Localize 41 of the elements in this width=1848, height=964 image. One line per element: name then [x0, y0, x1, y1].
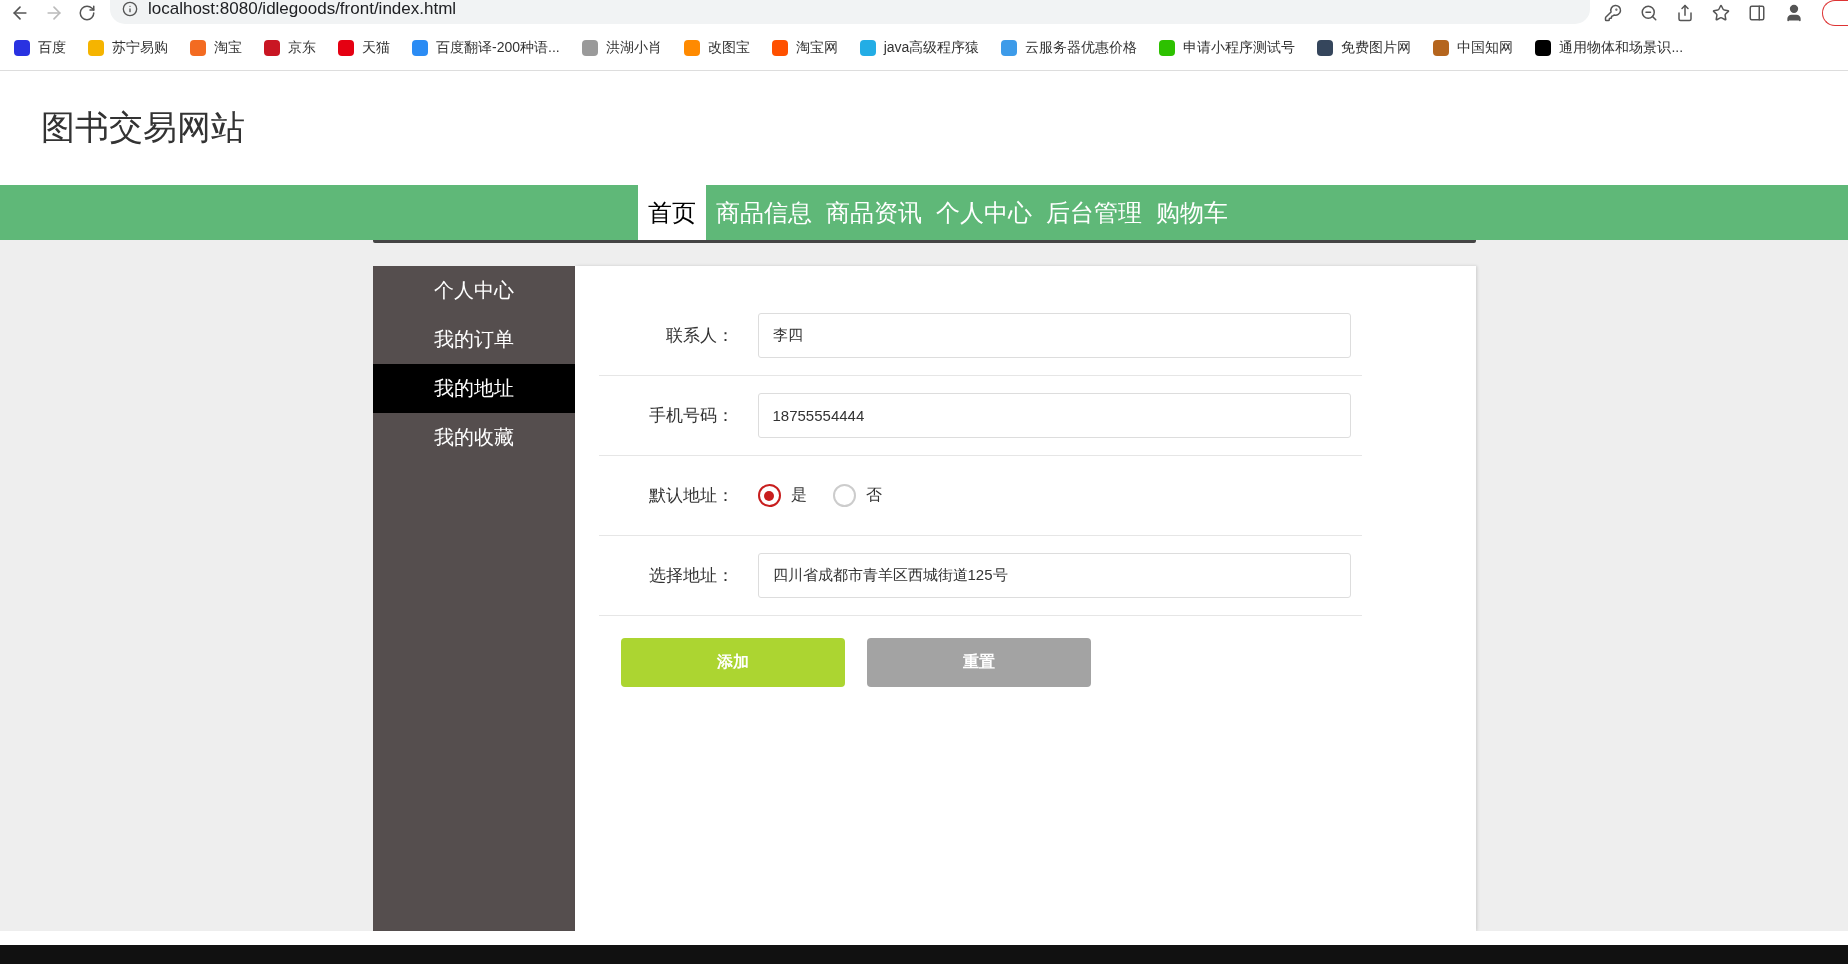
reload-icon[interactable]	[78, 4, 96, 22]
bookmark-link[interactable]: 百度翻译-200种语...	[412, 39, 560, 57]
field-label: 默认地址：	[647, 485, 734, 507]
key-icon[interactable]	[1604, 4, 1622, 22]
sidebar-item[interactable]: 我的收藏	[372, 413, 575, 462]
bookmark-link[interactable]: 通用物体和场景识...	[1535, 39, 1684, 57]
site-title: 图书交易网站	[41, 107, 245, 148]
bookmark-link[interactable]: 改图宝	[683, 39, 750, 57]
bookmark-link[interactable]: 洪湖小肖	[581, 39, 662, 57]
share-icon[interactable]	[1676, 4, 1694, 22]
field-label: 手机号码：	[647, 405, 734, 427]
profile-icon[interactable]	[1784, 3, 1804, 23]
bookmark-link[interactable]: 淘宝	[190, 39, 242, 57]
input-field[interactable]: 李四	[757, 313, 1351, 358]
input-field[interactable]: 18755554444	[757, 393, 1351, 438]
bookmark-link[interactable]: 云服务器优惠价格	[1001, 39, 1138, 57]
bookmark-link[interactable]: 苏宁易购	[88, 39, 168, 57]
radio-label: 否	[865, 485, 882, 505]
address-text: localhost:8080/idlegoods/front/index.html	[148, 0, 457, 19]
bookmark-link[interactable]: 天猫	[338, 39, 390, 57]
input-field[interactable]: 四川省成都市青羊区西城街道125号	[757, 553, 1351, 598]
sidebar-item[interactable]: 我的订单	[372, 315, 575, 364]
star-icon[interactable]	[1712, 4, 1730, 22]
sidebar-item[interactable]: 我的地址	[372, 364, 575, 413]
bookmark-link[interactable]: 申请小程序测试号	[1159, 39, 1296, 57]
bookmark-link[interactable]: java高级程序猿	[859, 39, 980, 57]
info-icon	[122, 1, 138, 17]
bookmark-link[interactable]: 免费图片网	[1317, 39, 1412, 57]
radio-label: 是	[790, 485, 807, 505]
field-label: 联系人：	[664, 325, 734, 347]
zoom-out-icon[interactable]	[1640, 4, 1658, 22]
address-bar[interactable]: localhost:8080/idlegoods/front/index.html	[110, 0, 1590, 24]
side-panel-icon[interactable]	[1748, 4, 1766, 22]
bookmark-link[interactable]: 百度	[14, 39, 66, 57]
field-label: 选择地址：	[647, 565, 734, 587]
nav-tab[interactable]: 首页	[638, 185, 706, 240]
sidebar-item[interactable]: 个人中心	[372, 266, 575, 315]
radio-button[interactable]	[757, 484, 781, 507]
bookmark-link[interactable]: 京东	[264, 39, 316, 57]
bookmark-link[interactable]: 淘宝网	[771, 39, 838, 57]
bookmark-link[interactable]: 中国知网	[1433, 39, 1514, 57]
